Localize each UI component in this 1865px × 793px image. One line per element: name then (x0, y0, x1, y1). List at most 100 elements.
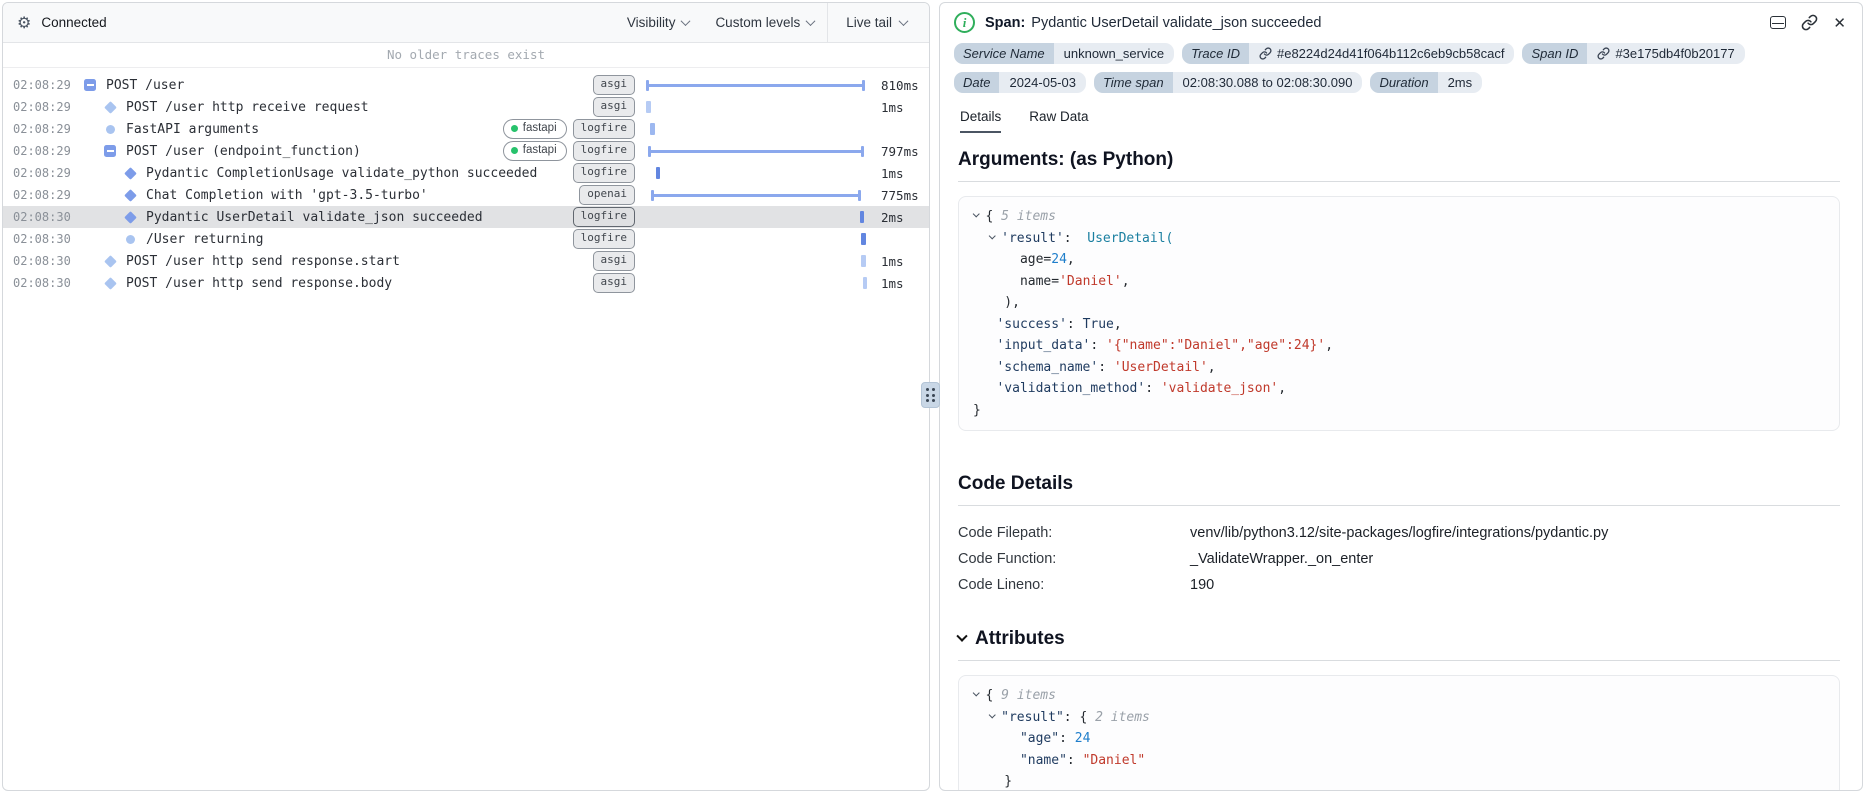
expand-caret-icon[interactable] (972, 685, 986, 707)
code-line: 'validation_method': 'validate_json', (996, 381, 1287, 396)
trace-label: POST /user http receive request (126, 99, 369, 115)
trace-row[interactable]: 02:08:29 POST /user (endpoint_function) fa… (3, 140, 929, 162)
duration-label: 1ms (881, 275, 904, 291)
badge-time-span: Time span 02:08:30.088 to 02:08:30.090 (1093, 72, 1363, 93)
tag-asgi: asgi (592, 273, 635, 293)
panel-resize-handle[interactable] (921, 382, 940, 408)
badge-label: Span ID (1522, 43, 1588, 64)
duration-timeline (645, 96, 873, 118)
trace-row[interactable]: 02:08:29 FastAPI arguments fastapi logfire (3, 118, 929, 140)
duration-timeline (645, 74, 873, 96)
trace-timestamp: 02:08:29 (13, 100, 71, 114)
code-line: "result": { 2 items (973, 707, 1825, 729)
tag-openai: openai (579, 185, 635, 205)
collapse-square-icon[interactable] (103, 145, 117, 157)
trace-timestamp: 02:08:29 (13, 122, 71, 136)
duration-timeline (645, 162, 873, 184)
visibility-dropdown[interactable]: Visibility (614, 3, 703, 42)
badge-value: #e8224d24d41f064b112c6eb9cb58cacf (1248, 43, 1515, 64)
diamond-icon (123, 166, 137, 180)
duration-timeline (645, 250, 873, 272)
span-detail-header: i Span: Pydantic UserDetail validate_jso… (940, 3, 1862, 39)
tab-details[interactable]: Details (960, 109, 1002, 133)
duration-bar (862, 277, 867, 289)
settings-gear-icon[interactable]: ⚙ (17, 13, 31, 32)
code-function-label: Code Function: (958, 551, 1057, 567)
detail-content: Arguments: (as Python) { 5 items'result'… (940, 133, 1862, 790)
divider (958, 660, 1840, 661)
link-icon[interactable] (1597, 47, 1610, 60)
copy-link-icon[interactable] (1801, 14, 1818, 31)
tag-logfire: logfire (572, 163, 635, 183)
trace-label: /User returning (146, 231, 264, 247)
tag-group: logfire (572, 207, 635, 227)
detail-tabs: Details Raw Data (960, 109, 1862, 133)
trace-label: POST /user http send response.body (126, 275, 393, 291)
badge-label: Time span (1093, 72, 1173, 93)
code-function-row: Code Function: _ValidateWrapper._on_ente… (958, 546, 1840, 572)
code-line: name='Daniel', (1019, 273, 1130, 289)
diamond-icon (103, 254, 117, 268)
expand-caret-icon[interactable] (988, 707, 1002, 729)
trace-panel: ⚙ Connected Visibility Custom levels Liv… (2, 2, 930, 791)
attributes-heading-text: Attributes (975, 628, 1065, 649)
trace-label: POST /user http send response.start (126, 253, 400, 269)
attributes-json-code: { 9 items "result": { 2 items "age": 24 "na… (958, 675, 1840, 790)
code-lineno-row: Code Lineno: 190 (958, 572, 1840, 598)
badge-value: 2ms (1437, 72, 1483, 93)
trace-row[interactable]: 02:08:30 POST /user http send response.st… (3, 250, 929, 272)
span-kind-label: Span: (985, 14, 1026, 31)
collapse-chevron-icon[interactable] (956, 630, 968, 643)
visibility-label: Visibility (626, 15, 676, 30)
duration-bar (861, 255, 866, 267)
trace-row[interactable]: 02:08:29 POST /user asgi 810ms (3, 74, 929, 96)
trace-row[interactable]: 02:08:30 Pydantic UserDetail validate_jso… (3, 206, 929, 228)
code-line: { 9 items (972, 685, 1825, 707)
badge-value: 02:08:30.088 to 02:08:30.090 (1172, 72, 1363, 93)
duration-timeline (645, 206, 873, 228)
trace-row[interactable]: 02:08:29 POST /user http receive request a… (3, 96, 929, 118)
badge-date: Date 2024-05-03 (954, 72, 1086, 93)
divider (958, 505, 1840, 506)
duration-label: 1ms (881, 165, 904, 181)
link-icon[interactable] (1259, 47, 1272, 60)
trace-timestamp: 02:08:30 (13, 210, 71, 224)
trace-row[interactable]: 02:08:30/User returning logfire (3, 228, 929, 250)
arguments-heading: Arguments: (as Python) (958, 149, 1174, 170)
code-line: 'success': True, (996, 316, 1122, 332)
badge-label: Date (954, 72, 1000, 93)
custom-levels-dropdown[interactable]: Custom levels (702, 3, 827, 42)
duration-timeline (645, 184, 873, 206)
badge-trace-id: Trace ID #e8224d24d41f064b112c6eb9cb58cac… (1182, 43, 1515, 64)
detail-header-actions: ✕ (1770, 14, 1846, 32)
close-icon[interactable]: ✕ (1833, 14, 1846, 32)
tag-asgi: asgi (592, 75, 635, 95)
trace-timestamp: 02:08:30 (13, 232, 71, 246)
badge-value: 2024-05-03 (999, 72, 1086, 93)
expand-caret-icon[interactable] (988, 228, 1002, 250)
trace-row[interactable]: 02:08:29 Pydantic CompletionUsage validat… (3, 162, 929, 184)
duration-bar (861, 233, 866, 245)
tag-fastapi: fastapi (502, 141, 567, 161)
code-filepath-value: venv/lib/python3.12/site-packages/logfir… (1190, 525, 1609, 541)
duration-bar (648, 145, 865, 157)
trace-row[interactable]: 02:08:30 POST /user http send response.bo… (3, 272, 929, 294)
trace-label: Chat Completion with 'gpt-3.5-turbo' (146, 187, 428, 203)
badge-label: Trace ID (1182, 43, 1249, 64)
grip-dots-icon (926, 388, 935, 402)
trace-label: FastAPI arguments (126, 121, 260, 137)
expand-caret-icon[interactable] (972, 206, 986, 228)
trace-row[interactable]: 02:08:29 Chat Completion with 'gpt-3.5-tu… (3, 184, 929, 206)
arguments-python-code: { 5 items'result': UserDetail(age=24, nam… (958, 196, 1840, 431)
tab-raw-data[interactable]: Raw Data (1029, 109, 1088, 133)
split-view-icon[interactable] (1770, 16, 1787, 29)
collapse-square-icon[interactable] (83, 79, 97, 91)
badge-span-id: Span ID #3e175db4f0b20177 (1522, 43, 1745, 64)
badge-value: unknown_service (1053, 43, 1175, 64)
connection-status: Connected (41, 15, 107, 30)
duration-bar (650, 123, 655, 135)
duration-label: 2ms (881, 209, 904, 225)
green-dot-icon (510, 125, 518, 132)
badge-duration: Duration 2ms (1370, 72, 1483, 93)
live-tail-dropdown[interactable]: Live tail (827, 3, 929, 42)
